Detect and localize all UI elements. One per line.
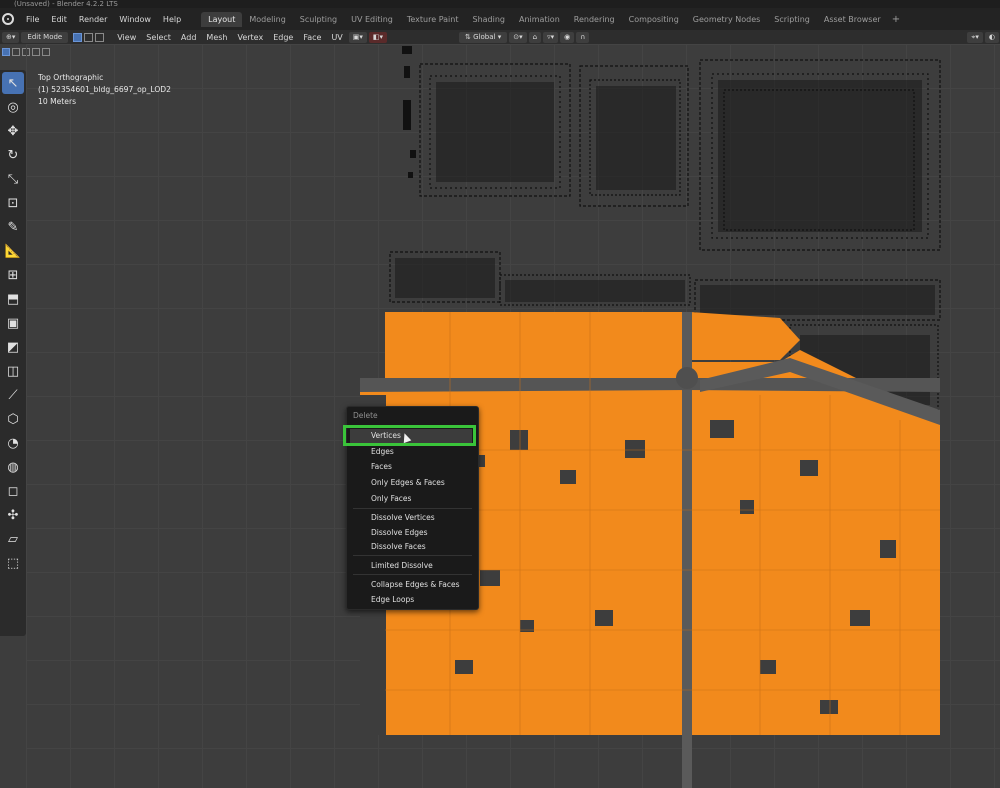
scale-icon[interactable]: ⤡ xyxy=(2,168,24,190)
dissolve-vertices-item[interactable]: Dissolve Vertices xyxy=(371,511,435,524)
delete-edges-item[interactable]: Edges xyxy=(371,445,394,458)
delete-faces-item[interactable]: Faces xyxy=(371,460,392,473)
inset-faces-icon[interactable]: ▣ xyxy=(2,312,24,334)
extrude-region-icon[interactable]: ⬒ xyxy=(2,288,24,310)
edge-loops-item[interactable]: Edge Loops xyxy=(371,593,414,606)
stray-black-blocks xyxy=(402,46,416,178)
shear-icon[interactable]: ▱ xyxy=(2,528,24,550)
measure-icon[interactable]: 📐 xyxy=(2,240,24,262)
viewport-info: Top Orthographic (1) 52354601_bldg_6697_… xyxy=(38,72,171,108)
rotate-icon[interactable]: ↻ xyxy=(2,144,24,166)
limited-dissolve-item[interactable]: Limited Dissolve xyxy=(371,559,433,572)
bevel-icon[interactable]: ◩ xyxy=(2,336,24,358)
knife-icon[interactable]: ⟋ xyxy=(2,384,24,406)
collapse-edges-faces-item[interactable]: Collapse Edges & Faces xyxy=(371,578,460,591)
mesh-map xyxy=(360,46,941,788)
delete-only-edges-faces-item[interactable]: Only Edges & Faces xyxy=(371,476,445,489)
highlighted-item xyxy=(343,425,478,446)
poly-build-icon[interactable]: ⬡ xyxy=(2,408,24,430)
grid-scale: 10 Meters xyxy=(38,97,77,106)
view-name: Top Orthographic xyxy=(38,73,104,82)
spin-icon[interactable]: ◔ xyxy=(2,432,24,454)
active-object-name: (1) 52354601_bldg_6697_op_LOD2 xyxy=(38,85,171,94)
delete-vertices-item[interactable]: Vertices xyxy=(371,429,401,442)
transform-icon[interactable]: ⊡ xyxy=(2,192,24,214)
rip-region-icon[interactable]: ⬚ xyxy=(2,552,24,574)
select-box-icon[interactable]: ↖ xyxy=(2,72,24,94)
delete-only-faces-item[interactable]: Only Faces xyxy=(371,492,411,505)
delete-context-menu: Delete Vertices Edges Faces Only Edges &… xyxy=(343,406,479,610)
dissolve-edges-item[interactable]: Dissolve Edges xyxy=(371,526,428,539)
move-icon[interactable]: ✥ xyxy=(2,120,24,142)
smooth-icon[interactable]: ◍ xyxy=(2,456,24,478)
tool-shelf: ↖ ◎ ✥ ↻ ⤡ ⊡ ✎ 📐 ⊞ ⬒ ▣ ◩ ◫ ⟋ ⬡ ◔ ◍ ◻ ✣ ▱ … xyxy=(0,70,26,636)
delete-menu-title: Delete xyxy=(353,411,378,420)
shrink-fatten-icon[interactable]: ✣ xyxy=(2,504,24,526)
menu-separator xyxy=(353,508,472,509)
cursor-icon[interactable]: ◎ xyxy=(2,96,24,118)
menu-separator xyxy=(353,555,472,556)
loop-cut-icon[interactable]: ◫ xyxy=(2,360,24,382)
annotate-icon[interactable]: ✎ xyxy=(2,216,24,238)
edge-slide-icon[interactable]: ◻ xyxy=(2,480,24,502)
menu-separator xyxy=(353,574,472,575)
dissolve-faces-item[interactable]: Dissolve Faces xyxy=(371,540,426,553)
add-cube-icon[interactable]: ⊞ xyxy=(2,264,24,286)
